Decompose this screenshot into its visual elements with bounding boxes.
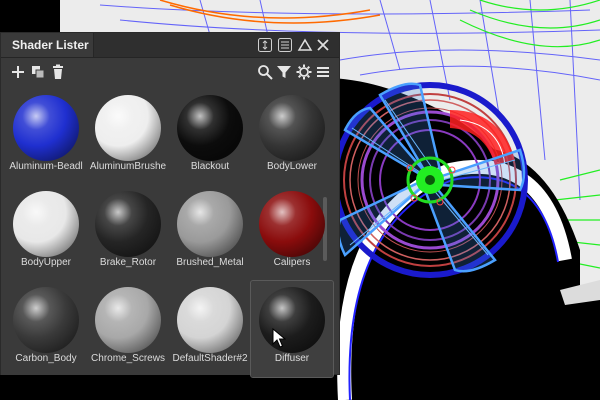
shader-label: Carbon_Body xyxy=(15,353,77,364)
shader-preview-sphere xyxy=(259,287,325,353)
shader-label: Aluminum-Beadl xyxy=(9,161,83,172)
collapse-triangle-icon[interactable] xyxy=(297,37,313,53)
dock-toggle-icon[interactable] xyxy=(257,37,273,53)
shader-preview-sphere xyxy=(95,191,161,257)
shader-item[interactable]: AluminumBrushe xyxy=(87,89,169,185)
menu-lines-icon[interactable] xyxy=(277,37,293,53)
panel-titlebar[interactable]: Shader Lister xyxy=(1,33,339,58)
shader-item[interactable]: Diffuser xyxy=(250,280,334,378)
shader-preview-sphere xyxy=(177,191,243,257)
shader-label: DefaultShader#2 xyxy=(172,353,248,364)
shader-item[interactable]: Chrome_Screws xyxy=(87,281,169,377)
filter-icon[interactable] xyxy=(275,63,293,81)
shader-preview-sphere xyxy=(177,95,243,161)
duplicate-icon[interactable] xyxy=(29,63,47,81)
shader-preview-sphere xyxy=(95,287,161,353)
shader-preview-sphere xyxy=(13,287,79,353)
shader-label: Calipers xyxy=(273,257,311,268)
shader-preview-sphere xyxy=(259,191,325,257)
shader-item[interactable]: BodyLower xyxy=(251,89,333,185)
shader-label: BodyLower xyxy=(266,161,318,172)
shader-lister-panel: Shader Lister Aluminum-Beadl AluminumBru… xyxy=(0,32,340,378)
shader-preview-sphere xyxy=(259,95,325,161)
shader-label: Brushed_Metal xyxy=(176,257,244,268)
menu-icon[interactable] xyxy=(314,63,332,81)
panel-tab[interactable]: Shader Lister xyxy=(1,33,94,57)
shader-preview-sphere xyxy=(13,95,79,161)
shader-preview-sphere xyxy=(95,95,161,161)
shader-item[interactable]: Brake_Rotor xyxy=(87,185,169,281)
shader-label: Chrome_Screws xyxy=(91,353,165,364)
add-icon[interactable] xyxy=(9,63,27,81)
shader-item[interactable]: Aluminum-Beadl xyxy=(5,89,87,185)
mouse-cursor-icon xyxy=(272,328,286,348)
settings-icon[interactable] xyxy=(295,63,313,81)
shader-preview-sphere xyxy=(177,287,243,353)
shader-label: AluminumBrushe xyxy=(89,161,167,172)
shader-item[interactable]: Brushed_Metal xyxy=(169,185,251,281)
shader-preview-sphere xyxy=(13,191,79,257)
panel-toolbar xyxy=(1,58,339,86)
shader-label: Diffuser xyxy=(274,353,310,364)
shader-item[interactable]: DefaultShader#2 xyxy=(169,281,251,377)
shader-item[interactable]: Carbon_Body xyxy=(5,281,87,377)
close-icon[interactable] xyxy=(315,37,331,53)
shader-label: BodyUpper xyxy=(20,257,72,268)
shader-item[interactable]: BodyUpper xyxy=(5,185,87,281)
panel-title: Shader Lister xyxy=(12,38,89,52)
shader-item[interactable]: Blackout xyxy=(169,89,251,185)
delete-icon[interactable] xyxy=(49,63,67,81)
search-icon[interactable] xyxy=(256,63,274,81)
shader-item[interactable]: Calipers xyxy=(251,185,333,281)
shader-label: Blackout xyxy=(190,161,230,172)
shader-label: Brake_Rotor xyxy=(99,257,157,268)
